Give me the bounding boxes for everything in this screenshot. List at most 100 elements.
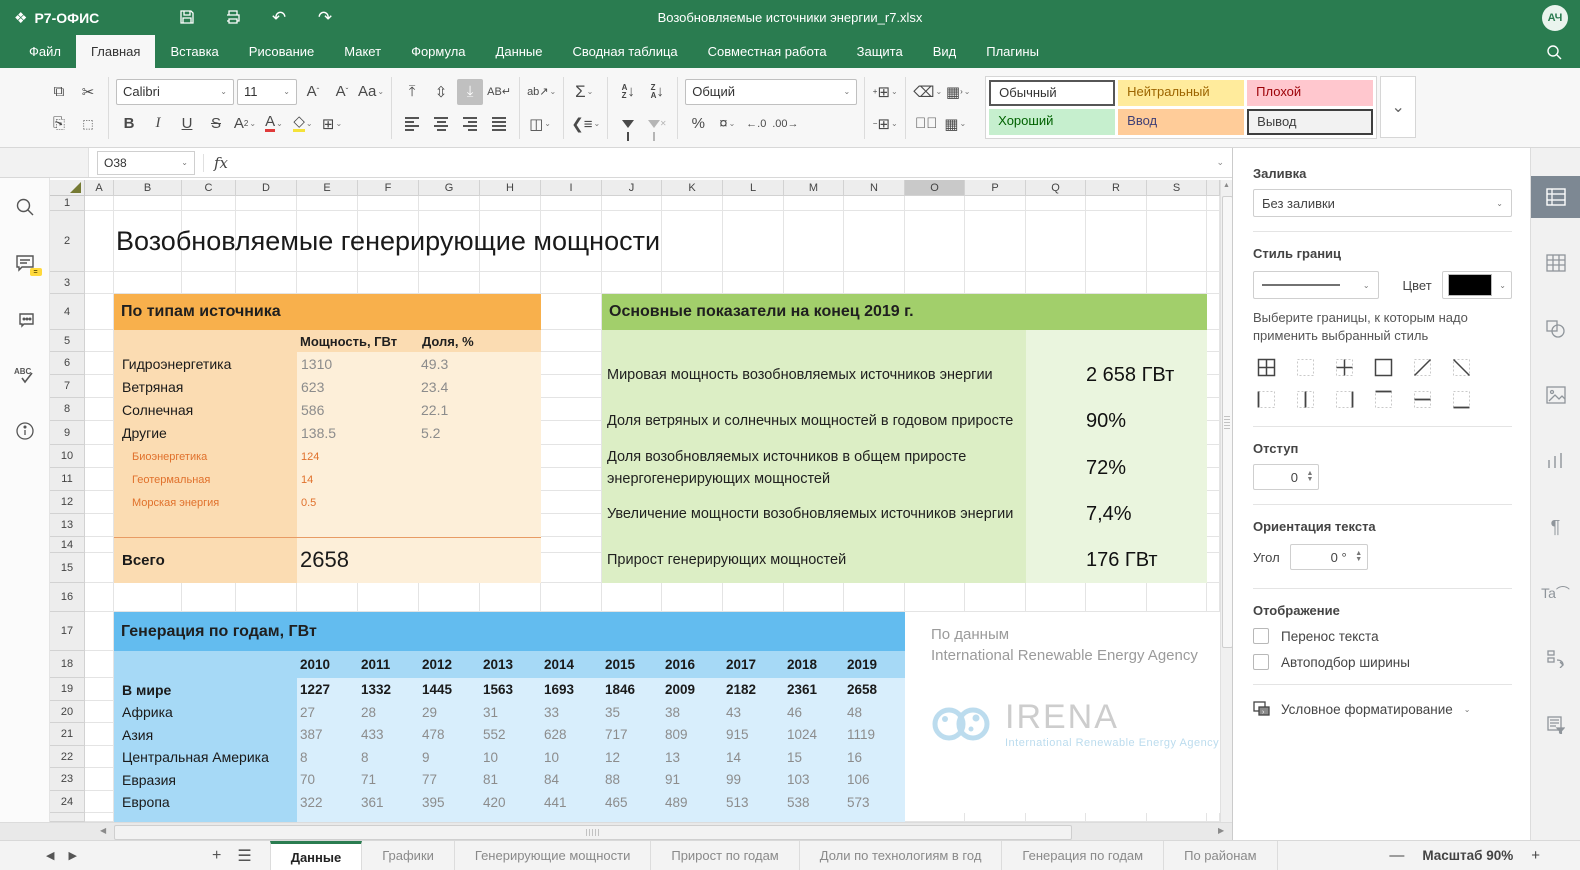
paragraph-settings-icon[interactable]: ¶ [1531,506,1580,548]
indent-spinner[interactable]: 0 ▲▼ [1253,464,1319,490]
generation-value[interactable]: 91 [662,768,723,791]
generation-value[interactable]: 88 [602,768,662,791]
indicator-label[interactable]: Доля ветряных и солнечных мощностей в го… [602,398,1026,445]
types-row-power[interactable]: 1310 [297,352,419,375]
avatar[interactable]: АЧ [1542,5,1568,31]
grid-cell[interactable] [1207,583,1220,612]
grid-cell[interactable] [965,583,1026,612]
indicator-value[interactable]: 176 ГВт [1086,537,1207,583]
grid-cell[interactable] [541,196,602,211]
save-icon[interactable] [164,9,210,27]
format-as-table-button[interactable]: ▦⌄ [942,111,968,137]
grid-cell[interactable] [1207,813,1220,822]
generation-year[interactable]: 2012 [419,651,480,678]
grid-cell[interactable] [419,196,480,211]
undo-icon[interactable]: ↶ [256,8,302,28]
borders-button[interactable]: ⊞⌄ [319,111,345,137]
generation-value[interactable]: 1693 [541,678,602,701]
grid-cell[interactable] [85,375,114,398]
generation-row-name[interactable]: Европа [114,791,297,813]
indicator-value[interactable]: 72% [1086,445,1207,491]
conditional-formatting-button[interactable]: ▦›⌄ [945,79,971,105]
grid-cell[interactable] [541,491,602,514]
generation-value[interactable]: 420 [480,791,541,813]
cell-settings-icon[interactable] [1531,176,1580,218]
indicator-label[interactable]: Мировая мощность возобновляемых источник… [602,352,1026,398]
grid-cell[interactable] [723,196,784,211]
row-header-21[interactable]: 21 [50,723,85,746]
row-header-24[interactable]: 24 [50,791,85,813]
generation-year[interactable]: 2010 [297,651,358,678]
angle-spinner[interactable]: 0 ° ▲▼ [1290,544,1368,570]
sort-ascending-button[interactable]: AZ↓ [615,79,641,105]
border-line-select[interactable]: ⌄ [1253,271,1379,299]
chat-icon[interactable] [12,306,38,332]
generation-value[interactable]: 513 [723,791,784,813]
grid-cell[interactable] [85,701,114,723]
grid-cell[interactable] [85,583,114,612]
grid-cell[interactable] [358,272,419,294]
grid-cell[interactable] [784,272,844,294]
generation-year[interactable]: 2013 [480,651,541,678]
generation-value[interactable]: 10 [541,746,602,768]
grid-cell[interactable] [85,768,114,791]
chart-settings-icon[interactable] [1531,440,1580,482]
underline-button[interactable]: U [174,111,200,137]
grid-cell[interactable] [182,196,236,211]
grid-cell[interactable] [236,196,297,211]
generation-value[interactable]: 1227 [297,678,358,701]
grid-cell[interactable] [1207,537,1220,553]
spellcheck-icon[interactable]: ABC [12,362,38,388]
types-row-name[interactable]: Солнечная [114,398,297,421]
grid-cell[interactable] [182,272,236,294]
menu-tab-Сводная таблица[interactable]: Сводная таблица [558,35,693,68]
generation-value[interactable]: 1445 [419,678,480,701]
row-header-15[interactable]: 15 [50,553,85,583]
zoom-in-button[interactable]: + [1531,847,1540,864]
sheet-tab-Генерирующие мощности[interactable]: Генерирующие мощности [455,841,651,870]
column-header-A[interactable]: A [85,180,114,196]
grid-cell[interactable] [541,514,602,537]
grid-cell[interactable] [602,196,662,211]
generation-value[interactable]: 2009 [662,678,723,701]
generation-value[interactable]: 441 [541,791,602,813]
conditional-formatting-panel-button[interactable]: › Условное форматирование⌄ [1253,701,1512,717]
grid-cell[interactable] [85,294,114,330]
row-header-20[interactable]: 20 [50,701,85,723]
generation-row-name[interactable]: Центральная Америка [114,746,297,768]
clear-button[interactable]: ⌫⌄ [913,79,942,105]
grid-cell[interactable] [1026,272,1086,294]
indicator-value[interactable]: 90% [1086,398,1207,445]
zoom-out-button[interactable]: — [1389,847,1404,864]
types-table-colheads[interactable]: Мощность, ГВтДоля, % [297,330,541,352]
generation-value[interactable]: 106 [844,768,905,791]
types-row-name[interactable]: Другие [114,421,297,445]
row-header-18[interactable]: 18 [50,651,85,678]
grid-cell[interactable] [662,583,723,612]
align-right-button[interactable] [457,111,483,137]
grid-cell[interactable] [541,553,602,583]
slicer-settings-icon[interactable] [1531,638,1580,680]
percent-style-button[interactable]: % [685,111,711,137]
types-row-share[interactable]: 49.3 [419,352,541,375]
column-header-E[interactable]: E [297,180,358,196]
types-subrow-power[interactable]: 14 [297,468,419,491]
menu-tab-Макет[interactable]: Макет [329,35,396,68]
types-row-power[interactable]: 586 [297,398,419,421]
types-subrow-power[interactable]: 124 [297,445,419,468]
indicator-label[interactable]: Доля возобновляемых источников в общем п… [602,445,1026,491]
grid-cell[interactable] [965,196,1026,211]
grid-cell[interactable] [1086,813,1147,822]
generation-value[interactable]: 915 [723,723,784,746]
paste-button[interactable]: ⎘ [46,111,72,137]
print-icon[interactable] [210,9,256,27]
types-row-share[interactable]: 5.2 [419,421,541,445]
generation-value[interactable]: 387 [297,723,358,746]
formula-bar-expand-icon[interactable]: ⌄ [1216,157,1224,168]
vertical-scrollbar[interactable]: ▲ [1220,180,1232,822]
generation-value[interactable]: 8 [358,746,419,768]
diagonal-down-button[interactable] [1448,354,1474,380]
menu-tab-Вставка[interactable]: Вставка [155,35,233,68]
clear-filter-button[interactable]: ✕ [644,111,670,137]
grid-cell[interactable] [419,583,480,612]
